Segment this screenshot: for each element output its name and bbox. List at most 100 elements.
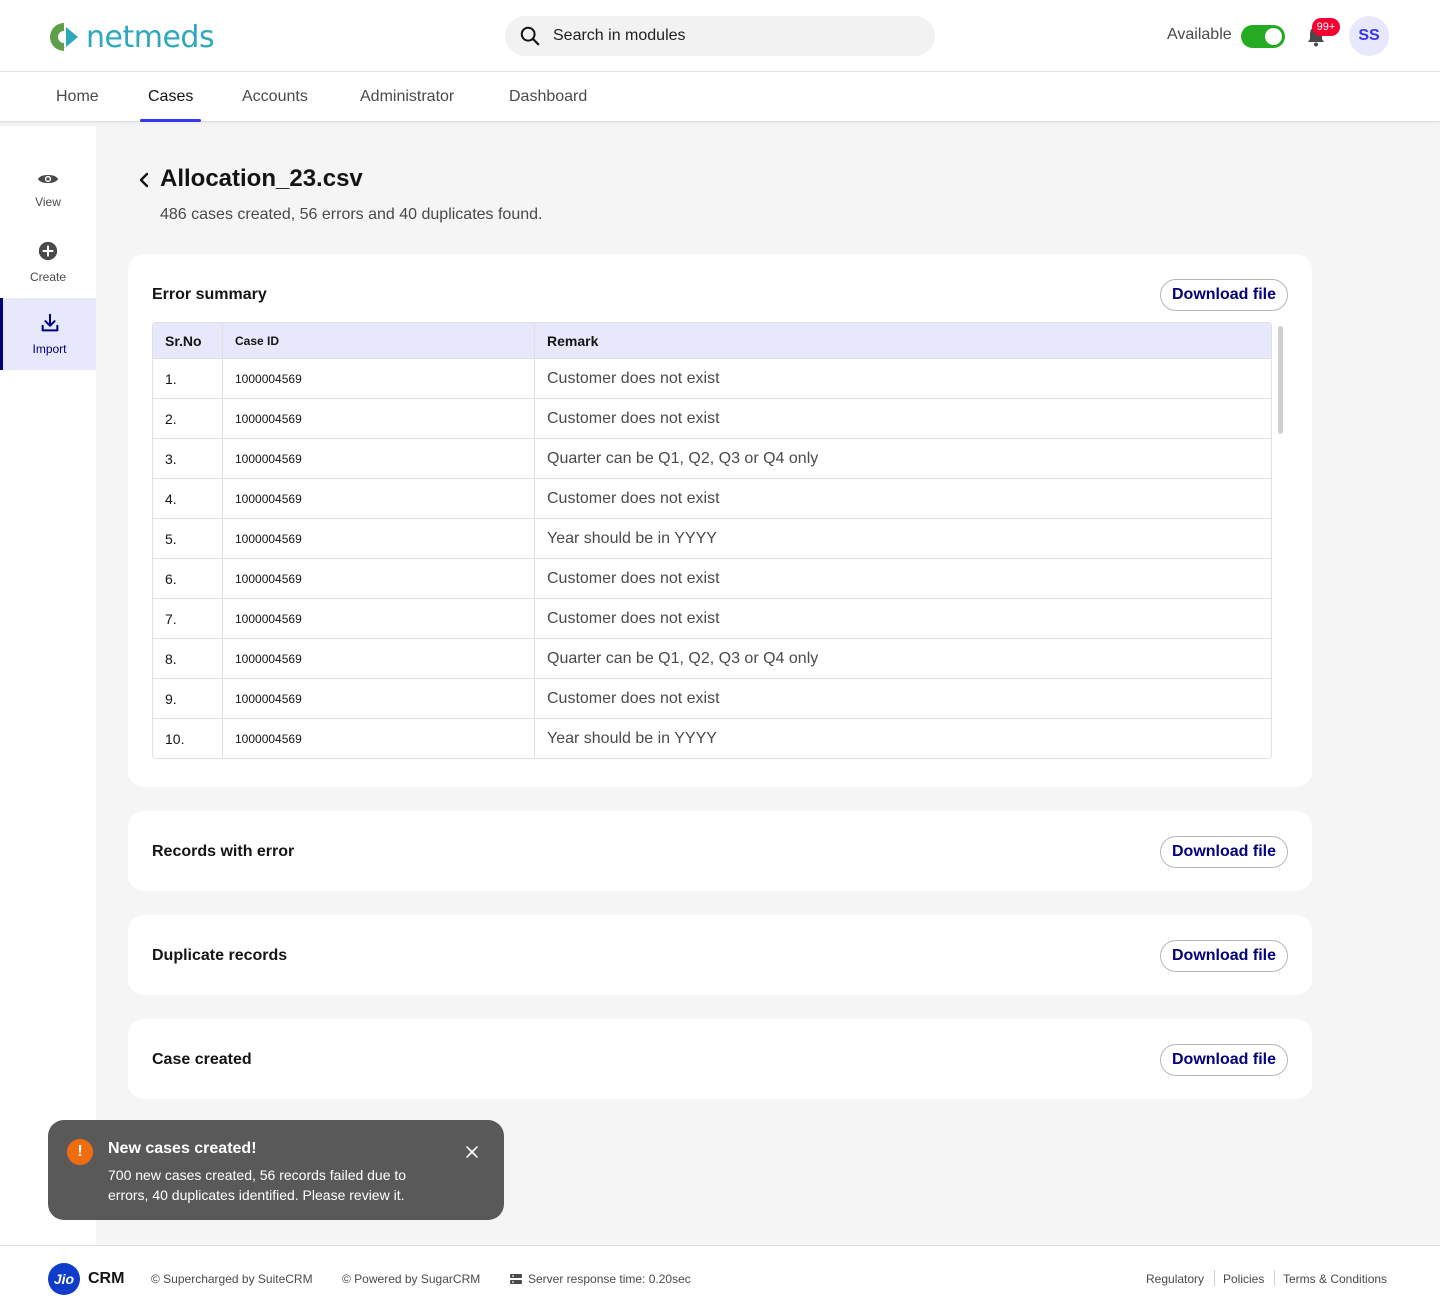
- table-row: 5. 1000004569 Year should be in YYYY: [153, 518, 1271, 558]
- case-created-card: Case created Download file: [128, 1019, 1312, 1099]
- tab-dashboard[interactable]: Dashboard: [501, 72, 595, 122]
- search-input[interactable]: Search in modules: [505, 16, 935, 56]
- table-row: 10. 1000004569 Year should be in YYYY: [153, 718, 1271, 758]
- server-icon: [510, 1274, 522, 1284]
- availability-toggle[interactable]: [1241, 25, 1285, 48]
- sidebar: View Create Import: [0, 126, 96, 1245]
- table-row: 4. 1000004569 Customer does not exist: [153, 478, 1271, 518]
- search-placeholder: Search in modules: [553, 27, 686, 44]
- cell-srno: 10.: [153, 719, 223, 758]
- records-with-error-card: Records with error Download file: [128, 811, 1312, 891]
- cell-case-id: 1000004569: [223, 679, 535, 718]
- nav-bar: Home Cases Accounts Administrator Dashbo…: [0, 72, 1440, 122]
- cell-srno: 1.: [153, 359, 223, 398]
- duplicate-records-download-button[interactable]: Download file: [1160, 940, 1288, 972]
- notification-badge: 99+: [1312, 18, 1340, 36]
- error-summary-title: Error summary: [152, 286, 267, 303]
- cell-srno: 7.: [153, 599, 223, 638]
- download-icon: [41, 313, 58, 332]
- toast-message: 700 new cases created, 56 records failed…: [108, 1167, 407, 1203]
- sidebar-item-create[interactable]: Create: [0, 226, 96, 298]
- cell-srno: 4.: [153, 479, 223, 518]
- cell-remark: Customer does not exist: [547, 609, 720, 627]
- footer-link-policies[interactable]: Policies: [1223, 1272, 1264, 1286]
- footer-divider: [1214, 1270, 1215, 1286]
- cell-case-id: 1000004569: [223, 439, 535, 478]
- column-header-srno: Sr.No: [153, 323, 223, 358]
- cell-srno: 2.: [153, 399, 223, 438]
- cell-remark: Customer does not exist: [547, 489, 720, 507]
- toggle-knob: [1265, 28, 1282, 45]
- sidebar-item-label: View: [35, 195, 61, 209]
- cell-remark: Year should be in YYYY: [547, 529, 717, 547]
- cell-srno: 3.: [153, 439, 223, 478]
- table-row: 9. 1000004569 Customer does not exist: [153, 678, 1271, 718]
- back-chevron-icon[interactable]: [134, 170, 154, 190]
- cell-case-id: 1000004569: [223, 639, 535, 678]
- footer-link-terms[interactable]: Terms & Conditions: [1283, 1272, 1387, 1286]
- cell-remark: Customer does not exist: [547, 369, 720, 387]
- plus-circle-icon: [38, 241, 58, 261]
- cell-srno: 6.: [153, 559, 223, 598]
- powered-text: © Powered by SugarCRM: [342, 1272, 481, 1286]
- cell-srno: 8.: [153, 639, 223, 678]
- tab-cases[interactable]: Cases: [140, 72, 202, 122]
- tab-administrator[interactable]: Administrator: [352, 72, 462, 122]
- eye-icon: [37, 174, 59, 184]
- logo-text: netmeds: [86, 19, 215, 55]
- cell-case-id: 1000004569: [223, 599, 535, 638]
- server-response-text: Server response time: 0.20sec: [528, 1272, 691, 1286]
- error-summary-card: Error summary Download file Sr.No Case I…: [128, 254, 1312, 787]
- table-row: 2. 1000004569 Customer does not exist: [153, 398, 1271, 438]
- sidebar-item-label: Create: [29, 270, 67, 284]
- table-header: Sr.No Case ID Remark: [153, 323, 1271, 358]
- toast-title: New cases created!: [108, 1140, 257, 1157]
- page-subtitle: 486 cases created, 56 errors and 40 dupl…: [160, 206, 543, 223]
- table-row: 6. 1000004569 Customer does not exist: [153, 558, 1271, 598]
- cell-remark: Year should be in YYYY: [547, 729, 717, 747]
- cell-remark: Quarter can be Q1, Q2, Q3 or Q4 only: [547, 649, 819, 667]
- error-summary-download-button[interactable]: Download file: [1160, 279, 1288, 311]
- records-with-error-title: Records with error: [152, 843, 295, 860]
- warning-icon: !: [67, 1139, 93, 1165]
- supercharged-text: © Supercharged by SuiteCRM: [151, 1272, 313, 1286]
- sidebar-item-label: Import: [32, 342, 67, 356]
- toast-notification: ! New cases created! 700 new cases creat…: [48, 1120, 504, 1220]
- availability-label: Available: [1167, 26, 1232, 43]
- page-title: Allocation_23.csv: [160, 165, 363, 192]
- cell-case-id: 1000004569: [223, 399, 535, 438]
- footer-link-regulatory[interactable]: Regulatory: [1146, 1272, 1204, 1286]
- cell-case-id: 1000004569: [223, 479, 535, 518]
- close-icon[interactable]: [466, 1146, 478, 1158]
- sidebar-item-view[interactable]: View: [0, 154, 96, 226]
- crm-label: CRM: [88, 1270, 125, 1287]
- table-scrollbar[interactable]: [1278, 326, 1283, 434]
- column-header-remark: Remark: [547, 332, 599, 349]
- cell-case-id: 1000004569: [223, 359, 535, 398]
- table-row: 3. 1000004569 Quarter can be Q1, Q2, Q3 …: [153, 438, 1271, 478]
- column-header-case-id: Case ID: [223, 323, 535, 358]
- records-with-error-download-button[interactable]: Download file: [1160, 836, 1288, 868]
- cell-remark: Customer does not exist: [547, 569, 720, 587]
- cell-case-id: 1000004569: [223, 519, 535, 558]
- jio-logo: Jio: [48, 1263, 80, 1295]
- table-row: 8. 1000004569 Quarter can be Q1, Q2, Q3 …: [153, 638, 1271, 678]
- table-row: 7. 1000004569 Customer does not exist: [153, 598, 1271, 638]
- avatar[interactable]: SS: [1349, 16, 1389, 56]
- netmeds-logo[interactable]: netmeds: [48, 19, 215, 55]
- cell-case-id: 1000004569: [223, 719, 535, 758]
- case-created-title: Case created: [152, 1051, 252, 1068]
- table-row: 1. 1000004569 Customer does not exist: [153, 358, 1271, 398]
- tab-home[interactable]: Home: [48, 72, 107, 122]
- error-table: Sr.No Case ID Remark 1. 1000004569 Custo…: [152, 322, 1272, 759]
- search-icon: [520, 26, 540, 46]
- sidebar-item-import[interactable]: Import: [0, 298, 96, 370]
- footer-divider: [1274, 1270, 1275, 1286]
- cell-remark: Customer does not exist: [547, 689, 720, 707]
- cell-case-id: 1000004569: [223, 559, 535, 598]
- duplicate-records-title: Duplicate records: [152, 947, 288, 964]
- case-created-download-button[interactable]: Download file: [1160, 1044, 1288, 1076]
- cell-remark: Customer does not exist: [547, 409, 720, 427]
- tab-accounts[interactable]: Accounts: [234, 72, 316, 122]
- netmeds-logo-icon: [50, 23, 78, 51]
